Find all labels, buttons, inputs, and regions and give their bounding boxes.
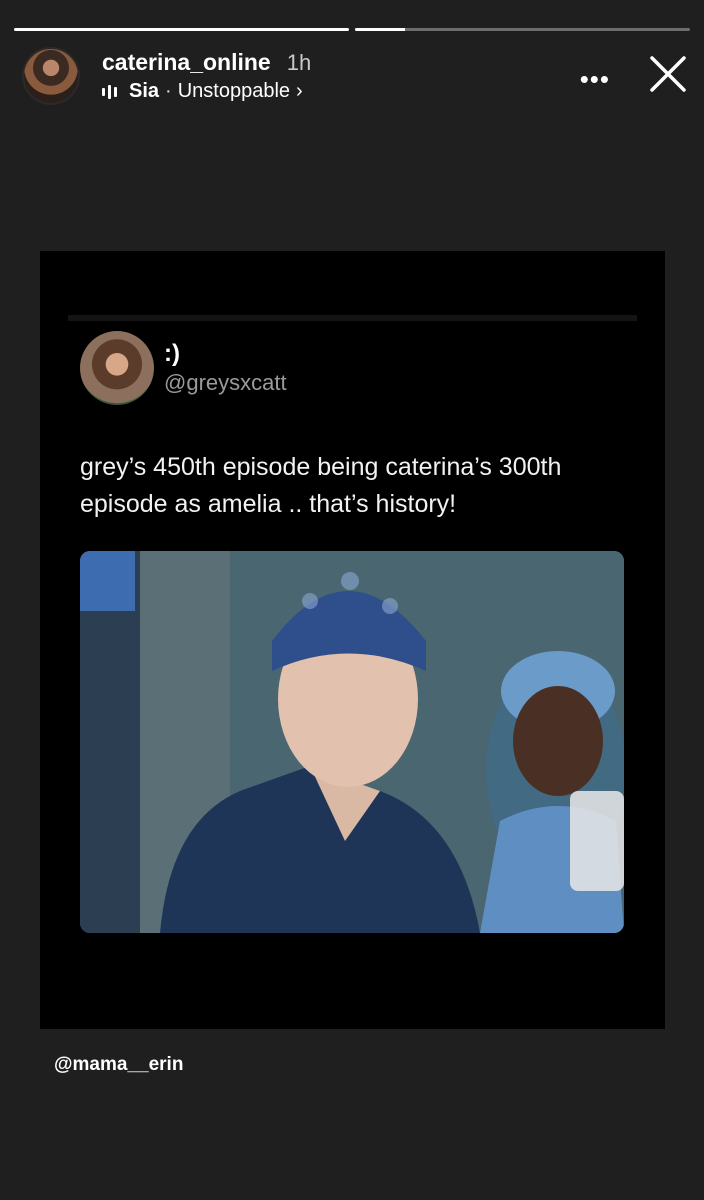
- chevron-right-icon: ›: [296, 80, 303, 102]
- more-options-button[interactable]: •••: [580, 64, 610, 95]
- post-time: 1h: [286, 50, 312, 75]
- tweet-photo: [80, 551, 624, 933]
- close-button[interactable]: [648, 54, 688, 94]
- progress-segment-2: [355, 28, 690, 31]
- divider: [68, 315, 637, 321]
- mention-tag[interactable]: @mama__erin: [54, 1054, 183, 1076]
- story-header: caterina_online 1h Sia · Unstoppable › •…: [22, 44, 688, 108]
- tweet-display-name: :): [164, 340, 180, 367]
- story-progress: [14, 28, 690, 32]
- tweet-handle: @greysxcatt: [164, 370, 287, 395]
- shared-post-card[interactable]: :) @greysxcatt grey’s 450th episode bein…: [40, 251, 665, 1029]
- story-meta: caterina_online 1h Sia · Unstoppable ›: [102, 49, 311, 103]
- music-artist: Sia: [129, 80, 160, 102]
- music-attribution[interactable]: Sia · Unstoppable ›: [102, 80, 311, 103]
- tweet-header: :) @greysxcatt: [80, 331, 287, 405]
- tweet-avatar: [80, 331, 154, 405]
- music-song: Unstoppable: [177, 80, 291, 102]
- music-separator: ·: [165, 80, 172, 102]
- avatar[interactable]: [22, 47, 80, 105]
- tweet-text: grey’s 450th episode being caterina’s 30…: [80, 453, 562, 518]
- music-bars-icon: [102, 83, 117, 101]
- progress-segment-1: [14, 28, 349, 31]
- close-icon: [650, 56, 686, 92]
- username[interactable]: caterina_online: [102, 49, 271, 76]
